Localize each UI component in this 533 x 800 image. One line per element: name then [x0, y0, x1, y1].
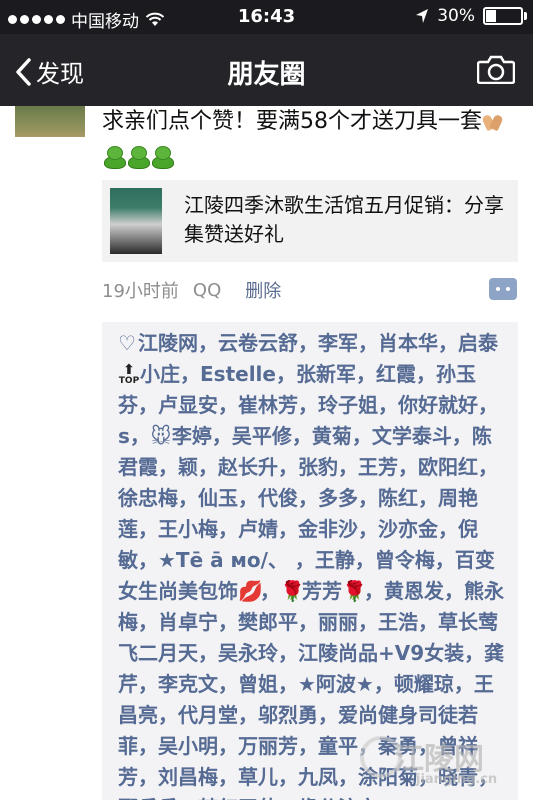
likes-panel: ♡ 江陵网，云卷云舒，李军，肖本华，启泰 ⬆ TOP小庄，Estelle，张新军，红霞… — [102, 322, 518, 800]
battery-icon — [483, 7, 527, 25]
heart-icon: ♡ — [118, 331, 136, 355]
top-badge-emoji: ⬆ TOP — [118, 362, 140, 386]
likes-list: ♡ 江陵网，云卷云舒，李军，肖本华，启泰 ⬆ TOP小庄，Estelle，张新军，红霞… — [118, 328, 510, 800]
status-bar: 中国移动 16:43 30% — [0, 0, 533, 34]
likes-names-5[interactable]: 芳芳 — [302, 579, 342, 603]
likes-names-3[interactable]: 李婷，吴平修，黄菊，文学泰斗，陈君霞，颖，赵长升，张豹，王芳，欧阳红，徐忠梅，仙… — [118, 424, 498, 603]
camera-button[interactable] — [476, 54, 516, 88]
delete-button[interactable]: 删除 — [245, 277, 281, 303]
shared-link-card[interactable]: 江陵四季沐歌生活馆五月促销：分享集赞送好礼 — [102, 180, 518, 262]
page-title: 朋友圈 — [227, 60, 306, 90]
nav-bar: 发现 朋友圈 — [0, 34, 533, 106]
comment-button[interactable] — [489, 278, 517, 300]
rose-emoji: 🌹 — [342, 579, 367, 603]
likes-separator: ， — [260, 579, 280, 603]
likes-names-6[interactable]: ，黄恩发，熊永梅，肖卓宁，樊郎平，丽丽，王浩，草长莺飞二月天，吴永玲，江陵尚品+… — [118, 579, 504, 800]
green-creature-emoji — [152, 146, 174, 169]
avatar[interactable] — [15, 106, 85, 137]
mouse-emoji: 🐭 — [150, 424, 172, 448]
likes-names-1[interactable]: 江陵网，云卷云舒，李军，肖本华，启泰 — [138, 331, 498, 355]
green-creature-emoji — [104, 146, 126, 169]
post-time: 19小时前 — [102, 281, 179, 302]
shared-link-thumbnail — [110, 188, 162, 254]
shared-link-title: 江陵四季沐歌生活馆五月促销：分享集赞送好礼 — [184, 193, 504, 246]
battery-percent: 30% — [437, 6, 475, 26]
praying-hands-emoji — [481, 111, 504, 132]
battery-fill — [486, 10, 497, 22]
post-text: 求亲们点个赞！要满58个才送刀具一套 — [102, 104, 517, 176]
post-meta: 19小时前 QQ 删除 — [102, 277, 281, 303]
green-creature-emoji — [128, 146, 150, 169]
location-arrow-icon — [416, 9, 429, 23]
status-right: 30% — [415, 6, 527, 26]
post-text-main: 求亲们点个赞！要满58个才送刀具一套 — [102, 109, 482, 134]
rose-emoji: 🌹 — [280, 579, 305, 603]
lips-emoji: 💋 — [238, 579, 263, 603]
post-source: QQ — [192, 279, 222, 301]
camera-icon — [476, 55, 516, 85]
